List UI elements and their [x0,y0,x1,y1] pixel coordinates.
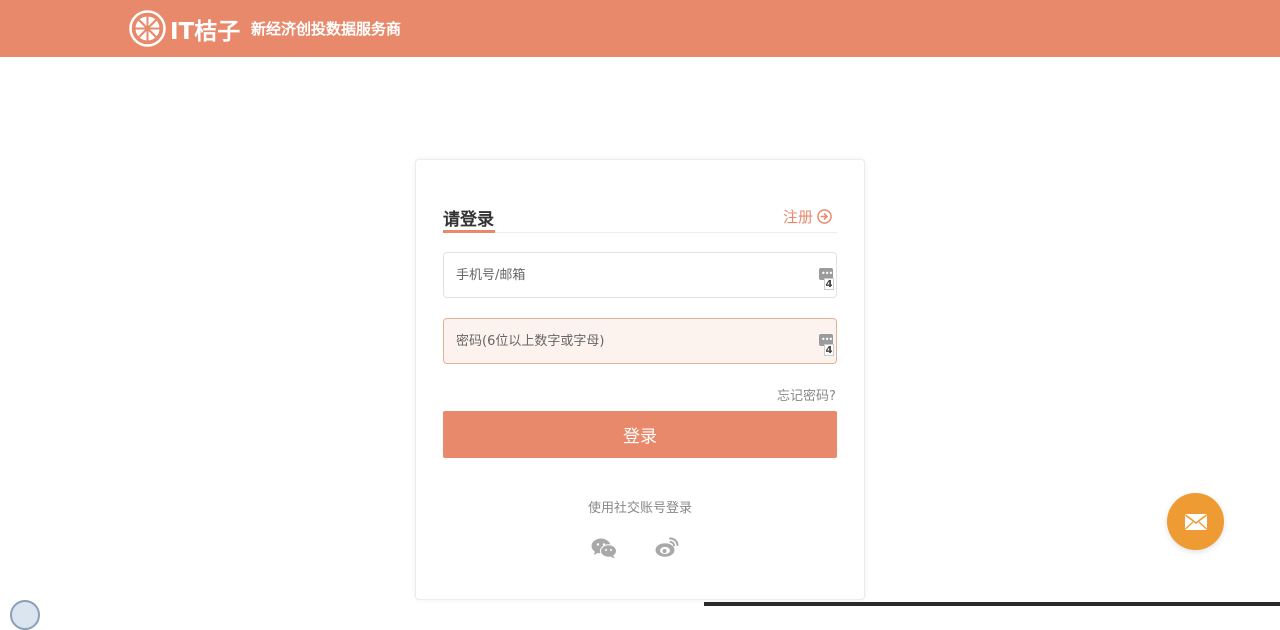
corner-widget-icon[interactable] [10,600,40,630]
register-link[interactable]: 注册 [783,206,832,227]
password-manager-icon[interactable]: ••• 4 [819,268,834,290]
register-label: 注册 [783,208,814,226]
message-fab[interactable] [1167,493,1224,550]
password-manager-badge: 4 [824,344,834,356]
password-input[interactable] [444,319,836,363]
wechat-icon[interactable] [591,537,617,559]
top-bar: IT桔子 新经济创投数据服务商 [0,0,1280,57]
login-button[interactable]: 登录 [443,411,837,458]
phone-email-input[interactable] [444,253,836,297]
active-tab-underline [443,230,495,233]
social-login-text: 使用社交账号登录 [587,501,692,516]
social-login-label: 使用社交账号登录 [0,497,1280,516]
title-divider [443,232,837,233]
password-field[interactable]: ••• 4 [443,318,837,364]
brand-slogan: 新经济创投数据服务商 [251,20,402,38]
phone-email-field[interactable]: ••• 4 [443,252,837,298]
forgot-password-link[interactable]: 忘记密码? [777,385,836,404]
mail-icon [1184,513,1207,530]
password-manager-badge: 4 [824,278,834,290]
weibo-icon[interactable] [655,536,679,558]
brand-name[interactable]: IT桔子 [170,12,240,46]
orange-logo-icon[interactable] [129,10,166,47]
taskbar-edge [704,602,1280,606]
password-manager-icon[interactable]: ••• 4 [819,334,834,356]
login-title: 请登录 [443,210,494,230]
arrow-right-circle-icon [817,209,832,224]
